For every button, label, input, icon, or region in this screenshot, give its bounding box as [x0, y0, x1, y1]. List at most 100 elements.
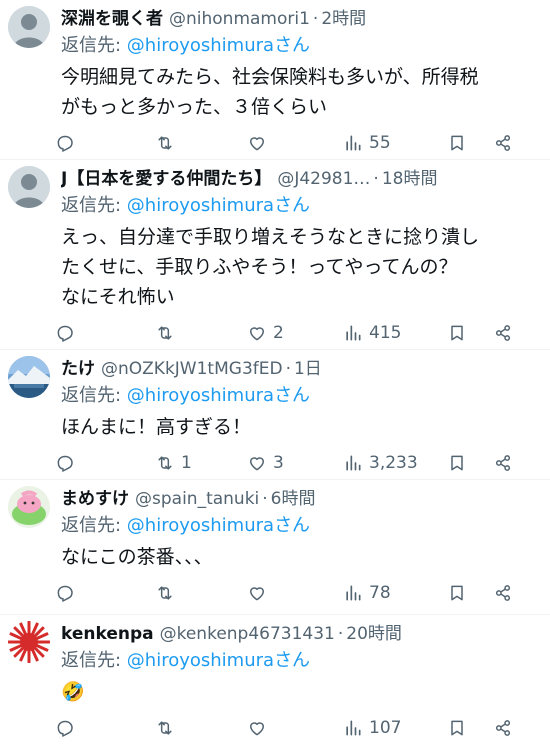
- retweet-button[interactable]: [155, 718, 247, 738]
- tweet-text-line: なにそれ怖い: [61, 286, 175, 308]
- views-button[interactable]: 415: [343, 323, 447, 343]
- bookmark-button[interactable]: [447, 133, 493, 153]
- bookmark-button[interactable]: [447, 718, 493, 738]
- reply-prefix: 返信先:: [61, 385, 127, 406]
- retweet-icon: [158, 721, 172, 735]
- views-icon: [346, 585, 361, 601]
- tweet[interactable]: たけ @nOZKkJW1tMG3fED · 1日 返信先: @hiroyoshi…: [0, 350, 550, 480]
- share-button[interactable]: [493, 323, 517, 343]
- user-display-name[interactable]: まめすけ: [61, 486, 129, 512]
- like-icon: [250, 722, 264, 736]
- tweet-text: なにこの茶番、、、: [61, 540, 542, 572]
- like-button[interactable]: [247, 583, 343, 603]
- user-handle[interactable]: @nOZKkJW1tMG3fED: [101, 356, 283, 382]
- tweet-text-line: なにこの茶番、、、: [61, 546, 213, 568]
- like-icon: [250, 327, 264, 341]
- like-button[interactable]: 2: [247, 323, 343, 343]
- user-display-name[interactable]: kenkenpa: [61, 621, 154, 647]
- bookmark-button[interactable]: [447, 453, 493, 473]
- tweet-text: 今明細見てみたら、社会保険料も多いが、所得税 がもっと多かった、３倍くらい: [61, 60, 542, 122]
- tweet[interactable]: kenkenpa @kenkenp46731431 · 20時間 返信先: @h…: [0, 615, 550, 740]
- share-icon: [495, 585, 511, 601]
- separator-dot: ·: [285, 359, 291, 379]
- views-icon: [346, 455, 361, 471]
- tweet-text-line: ほんまに！高すぎる！: [61, 416, 252, 438]
- tweet[interactable]: まめすけ @spain_tanuki · 6時間 返信先: @hiroyoshi…: [0, 480, 550, 615]
- action-bar: 107: [55, 707, 542, 749]
- mention-link[interactable]: @hiroyoshimuraさん: [127, 195, 310, 216]
- avatar[interactable]: [8, 166, 50, 208]
- views-button[interactable]: 107: [343, 718, 447, 738]
- retweet-button[interactable]: 1: [155, 453, 247, 473]
- bookmark-icon: [451, 720, 463, 736]
- avatar[interactable]: [8, 621, 50, 663]
- share-icon: [495, 325, 511, 341]
- reply-prefix: 返信先:: [61, 515, 127, 536]
- share-button[interactable]: [493, 718, 517, 738]
- user-display-name[interactable]: たけ: [61, 356, 95, 382]
- tweet-text-line: がもっと多かった、３倍くらい: [61, 96, 328, 118]
- mention-link[interactable]: @hiroyoshimuraさん: [127, 35, 310, 56]
- like-button[interactable]: [247, 718, 343, 738]
- reply-icon: [57, 325, 73, 342]
- tweet-text-line: 🤣: [61, 681, 85, 703]
- avatar[interactable]: [8, 486, 50, 528]
- reply-prefix: 返信先:: [61, 195, 127, 216]
- user-handle[interactable]: @kenkenp46731431: [160, 621, 335, 647]
- avatar[interactable]: [8, 356, 50, 398]
- like-icon: [250, 137, 264, 151]
- timestamp[interactable]: 18時間: [382, 166, 438, 192]
- action-bar: 55: [55, 122, 542, 164]
- user-handle[interactable]: @nihonmamori1: [169, 6, 310, 32]
- reply-button[interactable]: [55, 453, 155, 473]
- user-display-name[interactable]: 深淵を覗く者: [61, 6, 163, 32]
- bookmark-button[interactable]: [447, 323, 493, 343]
- reply-context: 返信先: @hiroyoshimuraさん: [61, 32, 542, 60]
- tweet[interactable]: 深淵を覗く者 @nihonmamori1 · 2時間 返信先: @hiroyos…: [0, 0, 550, 160]
- avatar[interactable]: [8, 6, 50, 48]
- action-bar: 78: [55, 572, 542, 614]
- retweet-button[interactable]: [155, 133, 247, 153]
- reply-context: 返信先: @hiroyoshimuraさん: [61, 382, 542, 410]
- tweet-text-line: 今明細見てみたら、社会保険料も多いが、所得税: [61, 66, 479, 88]
- share-button[interactable]: [493, 133, 517, 153]
- retweet-button[interactable]: [155, 583, 247, 603]
- share-icon: [495, 720, 511, 736]
- action-bar: 1 3 3,233: [55, 442, 542, 484]
- retweet-button[interactable]: [155, 323, 247, 343]
- reply-button[interactable]: [55, 323, 155, 343]
- reply-icon: [57, 585, 73, 602]
- mention-link[interactable]: @hiroyoshimuraさん: [127, 385, 310, 406]
- bookmark-icon: [451, 325, 463, 341]
- timestamp[interactable]: 20時間: [346, 621, 402, 647]
- mention-link[interactable]: @hiroyoshimuraさん: [127, 650, 310, 671]
- views-button[interactable]: 55: [343, 133, 447, 153]
- bookmark-button[interactable]: [447, 583, 493, 603]
- like-button[interactable]: 3: [247, 453, 343, 473]
- like-button[interactable]: [247, 133, 343, 153]
- action-bar: 2 415: [55, 312, 542, 354]
- share-button[interactable]: [493, 453, 517, 473]
- views-button[interactable]: 3,233: [343, 453, 447, 473]
- tweet-text-line: えっ、自分達で手取り増えそうなときに捻り潰し: [61, 226, 480, 248]
- reply-icon: [57, 455, 73, 472]
- user-display-name[interactable]: J【日本を愛する仲間たち】: [61, 166, 271, 192]
- timestamp[interactable]: 6時間: [271, 486, 316, 512]
- views-button[interactable]: 78: [343, 583, 447, 603]
- share-icon: [495, 135, 511, 151]
- views-icon: [346, 720, 361, 736]
- mention-link[interactable]: @hiroyoshimuraさん: [127, 515, 310, 536]
- timestamp[interactable]: 1日: [294, 356, 322, 382]
- user-handle[interactable]: @J42981…: [277, 166, 370, 192]
- reply-prefix: 返信先:: [61, 650, 127, 671]
- separator-dot: ·: [337, 624, 344, 644]
- bookmark-icon: [451, 455, 463, 471]
- tweet[interactable]: J【日本を愛する仲間たち】 @J42981… · 18時間 返信先: @hiro…: [0, 160, 550, 350]
- share-button[interactable]: [493, 583, 517, 603]
- reply-button[interactable]: [55, 583, 155, 603]
- user-handle[interactable]: @spain_tanuki: [135, 486, 259, 512]
- timestamp[interactable]: 2時間: [321, 6, 366, 32]
- reply-button[interactable]: [55, 718, 155, 738]
- reply-button[interactable]: [55, 133, 155, 153]
- reply-feed: 深淵を覗く者 @nihonmamori1 · 2時間 返信先: @hiroyos…: [0, 0, 550, 740]
